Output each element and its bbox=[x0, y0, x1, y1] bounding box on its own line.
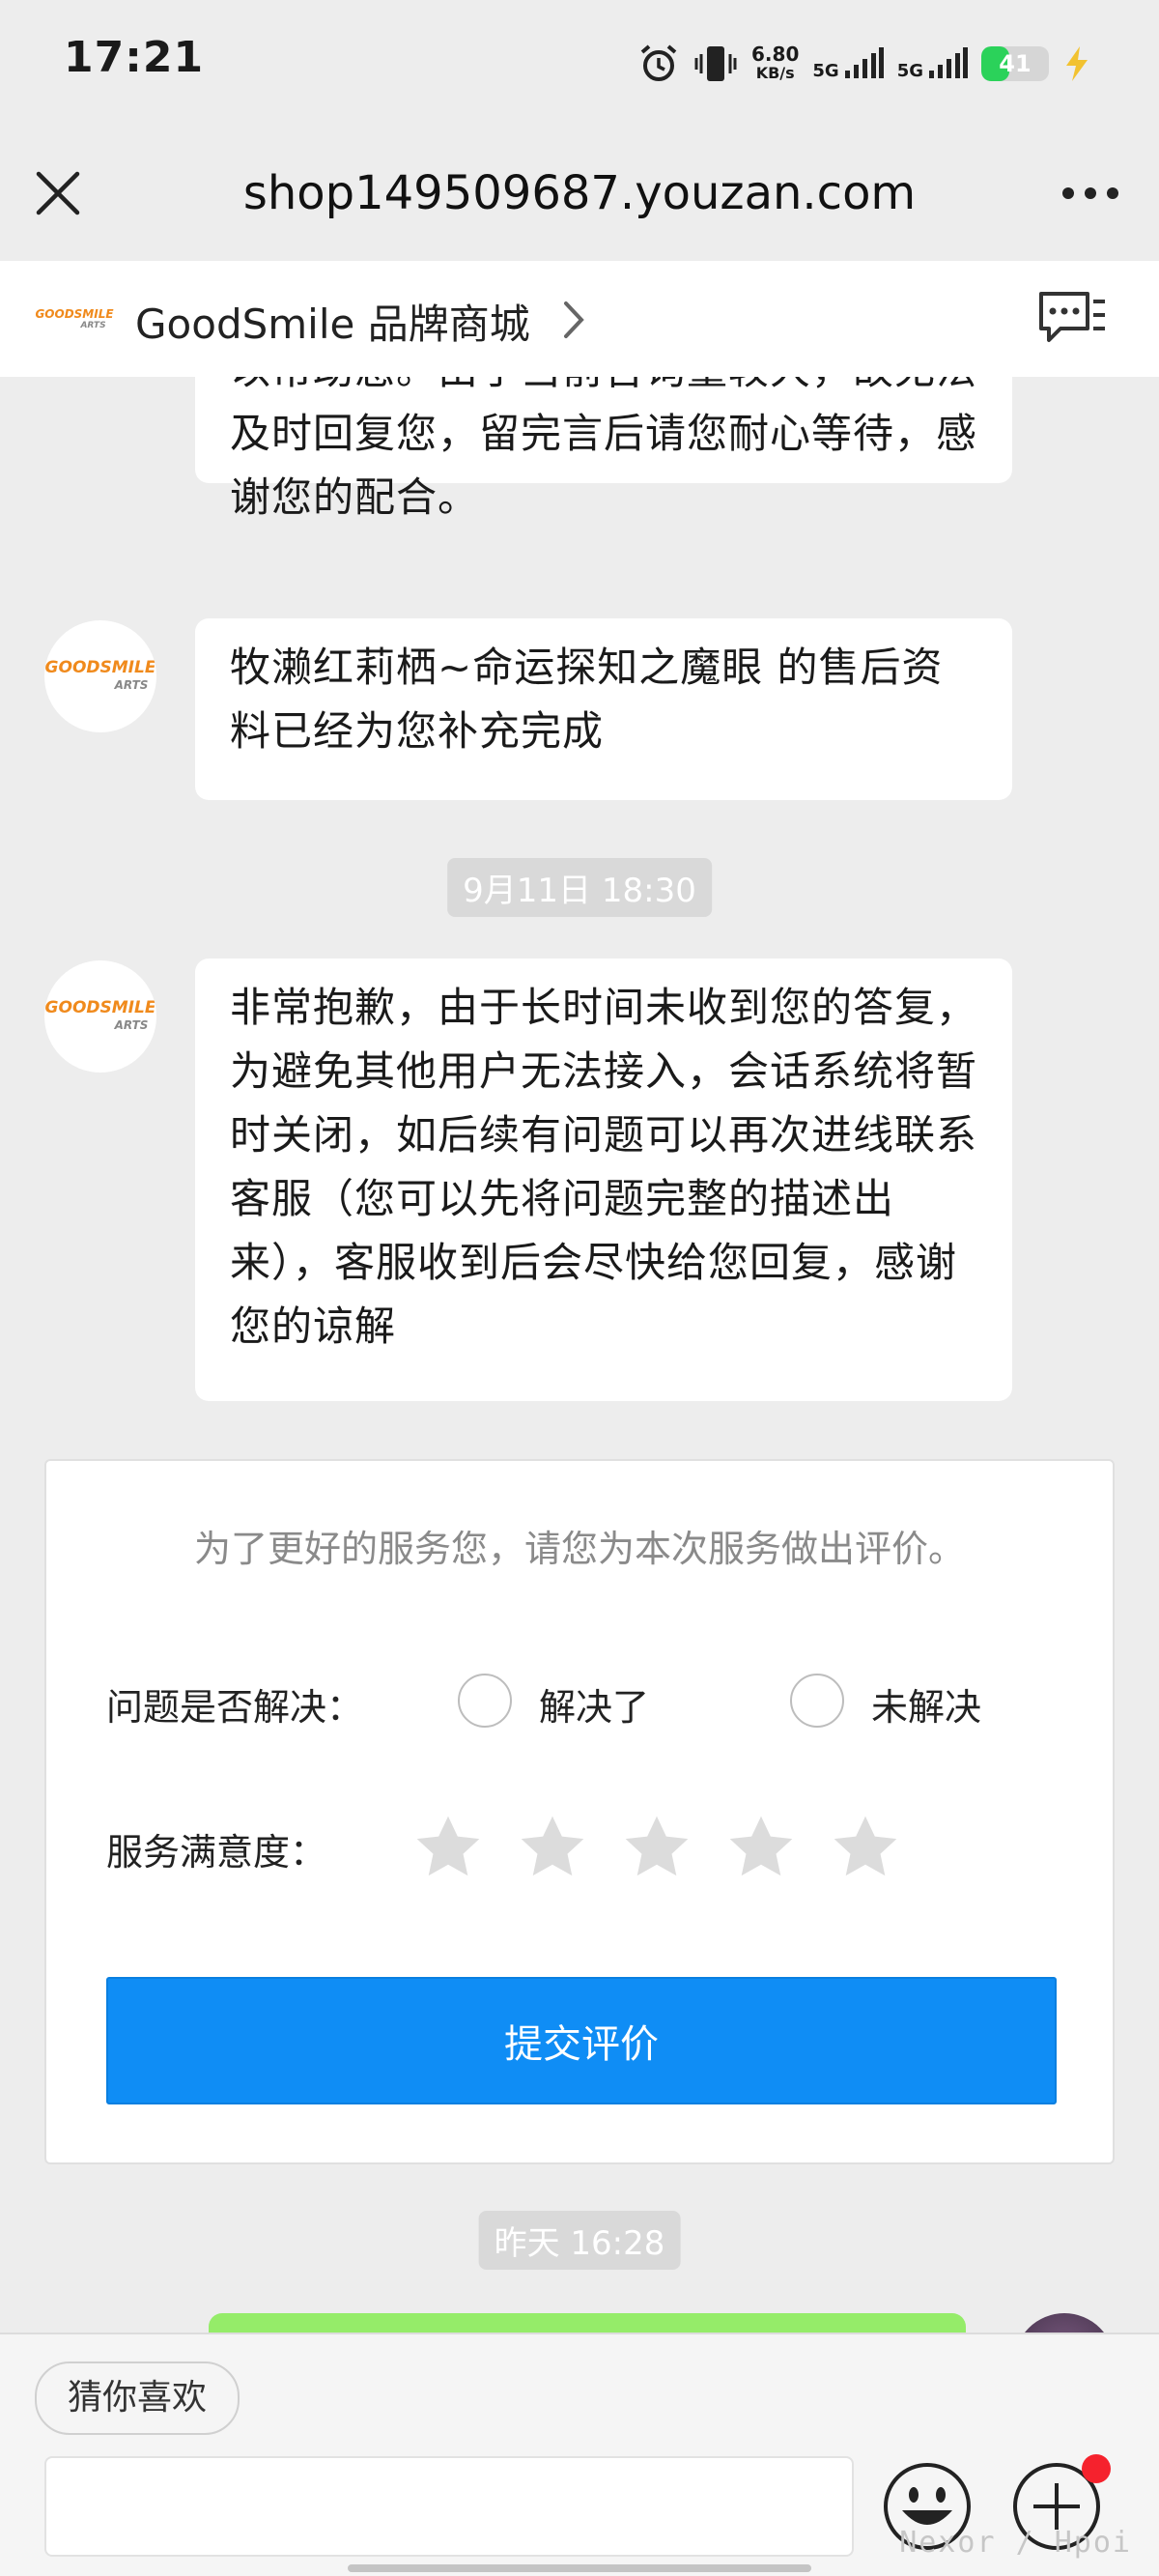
signal-2: 5G bbox=[897, 47, 968, 80]
alarm-icon bbox=[640, 44, 677, 81]
chat-timestamp: 昨天 16:28 bbox=[478, 2211, 681, 2270]
avatar-logo-subtext: ARTS bbox=[114, 678, 149, 692]
network-speed: 6.80 KB/s bbox=[751, 44, 799, 83]
status-bar: 17:21 6.80 KB/s 5G 5G 41 bbox=[0, 0, 1159, 126]
more-icon[interactable] bbox=[1057, 174, 1124, 213]
chat-bubble: 牧濑红莉栖~命运探知之魔眼 的售后资料已经为您补充完成 bbox=[195, 618, 1012, 800]
status-icons: 6.80 KB/s 5G 5G 41 bbox=[637, 37, 1091, 91]
signal-bars-icon bbox=[929, 47, 968, 78]
star-icon[interactable] bbox=[411, 1811, 485, 1884]
charging-icon bbox=[1066, 46, 1088, 81]
user-avatar[interactable] bbox=[1014, 2313, 1115, 2333]
resolved-label: 问题是否解决： bbox=[106, 1686, 364, 1729]
avatar-logo-subtext: ARTS bbox=[114, 1018, 149, 1032]
notification-dot bbox=[1082, 2454, 1111, 2483]
chevron-right-icon[interactable] bbox=[562, 300, 585, 340]
radio-unresolved-label[interactable]: 未解决 bbox=[871, 1677, 981, 1731]
shop-avatar[interactable]: GOODSMILE ARTS bbox=[44, 960, 156, 1073]
shop-logo: GOODSMILE ARTS bbox=[35, 284, 114, 356]
battery-level: 41 bbox=[999, 50, 1032, 77]
network-speed-value: 6.80 bbox=[751, 43, 800, 66]
home-indicator[interactable] bbox=[348, 2564, 811, 2572]
avatar-logo-text: GOODSMILE bbox=[44, 658, 156, 677]
network-type-2: 5G bbox=[896, 61, 923, 81]
radio-resolved[interactable] bbox=[458, 1674, 512, 1728]
bottom-input-bar: 猜你喜欢 Nexor / Hpoi bbox=[0, 2333, 1159, 2576]
watermark: Nexor / Hpoi bbox=[899, 2526, 1132, 2560]
shop-avatar[interactable]: GOODSMILE ARTS bbox=[44, 620, 156, 732]
chat-bubble: 以帮助您。由于当前咨询量较大，故无法及时回复您，留完言后请您耐心等待，感谢您的配… bbox=[195, 377, 1012, 521]
star-icon[interactable] bbox=[620, 1811, 693, 1884]
star-icon[interactable] bbox=[724, 1811, 798, 1884]
page-url: shop149509687.youzan.com bbox=[242, 166, 917, 220]
radio-resolved-label[interactable]: 解决了 bbox=[539, 1677, 649, 1731]
network-type-1: 5G bbox=[812, 61, 839, 81]
shop-header[interactable]: GOODSMILE ARTS GoodSmile 品牌商城 bbox=[0, 261, 1159, 377]
star-icon[interactable] bbox=[516, 1811, 589, 1884]
shop-logo-subtext: ARTS bbox=[80, 321, 106, 330]
outgoing-chat-bubble bbox=[209, 2313, 966, 2333]
shop-logo-text: GOODSMILE bbox=[35, 307, 114, 321]
rating-prompt: 为了更好的服务您，请您为本次服务做出评价。 bbox=[193, 1528, 965, 1570]
guess-you-like-chip[interactable]: 猜你喜欢 bbox=[35, 2361, 240, 2435]
radio-unresolved[interactable] bbox=[790, 1674, 844, 1728]
chat-bubble: 非常抱歉，由于长时间未收到您的答复，为避免其他用户无法接入，会话系统将暂时关闭，… bbox=[195, 959, 1012, 1401]
message-text: 非常抱歉，由于长时间未收到您的答复，为避免其他用户无法接入，会话系统将暂时关闭，… bbox=[230, 984, 978, 1350]
vibrate-icon bbox=[694, 46, 737, 81]
chat-area[interactable]: 以帮助您。由于当前咨询量较大，故无法及时回复您，留完言后请您耐心等待，感谢您的配… bbox=[0, 377, 1159, 2333]
battery-indicator: 41 bbox=[981, 46, 1049, 81]
signal-bars-icon bbox=[844, 47, 884, 78]
avatar-logo-text: GOODSMILE bbox=[44, 998, 156, 1017]
rating-card: 为了更好的服务您，请您为本次服务做出评价。 问题是否解决： 解决了 未解决 服务… bbox=[44, 1459, 1115, 2164]
shop-name[interactable]: GoodSmile 品牌商城 bbox=[135, 292, 530, 351]
network-speed-unit: KB/s bbox=[755, 64, 795, 82]
signal-1: 5G bbox=[812, 47, 884, 81]
chat-timestamp: 9月11日 18:30 bbox=[447, 858, 712, 917]
status-time: 17:21 bbox=[64, 33, 205, 82]
star-icon[interactable] bbox=[829, 1811, 902, 1884]
browser-navbar: shop149509687.youzan.com bbox=[0, 126, 1159, 261]
message-input[interactable] bbox=[44, 2456, 854, 2557]
message-text: 牧濑红莉栖~命运探知之魔眼 的售后资料已经为您补充完成 bbox=[230, 644, 944, 755]
submit-rating-button[interactable]: 提交评价 bbox=[106, 1977, 1057, 2104]
satisfaction-label: 服务满意度： bbox=[106, 1831, 327, 1874]
message-list-icon[interactable] bbox=[1035, 288, 1109, 350]
message-text: 以帮助您。由于当前咨询量较大，故无法及时回复您，留完言后请您耐心等待，感谢您的配… bbox=[230, 377, 978, 521]
